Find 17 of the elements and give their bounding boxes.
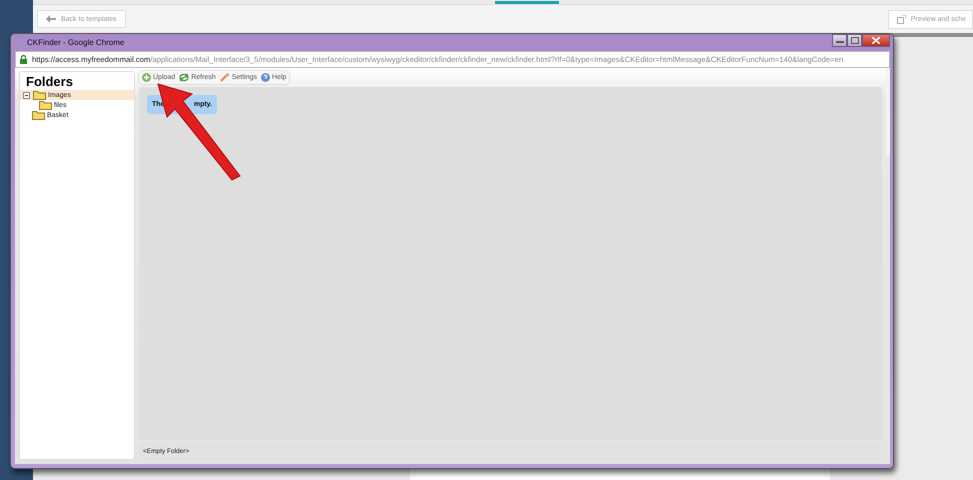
maximize-icon <box>850 37 858 44</box>
folder-icon <box>32 110 45 120</box>
minimize-button[interactable] <box>832 34 847 47</box>
preview-icon <box>896 14 906 24</box>
arrow-left-icon <box>46 15 56 23</box>
window-title: CKFinder - Google Chrome <box>27 38 126 47</box>
folder-icon <box>33 90 46 100</box>
wrench-icon <box>220 73 230 82</box>
collapse-icon[interactable] <box>23 92 30 98</box>
close-button[interactable] <box>862 34 890 47</box>
folders-title: Folders <box>25 74 74 89</box>
lock-icon <box>20 55 27 64</box>
close-icon <box>872 37 880 44</box>
address-bar[interactable] <box>15 51 890 68</box>
refresh-icon <box>179 73 190 82</box>
maximize-button[interactable] <box>847 34 862 47</box>
scrollbar-thumb[interactable] <box>886 68 890 156</box>
